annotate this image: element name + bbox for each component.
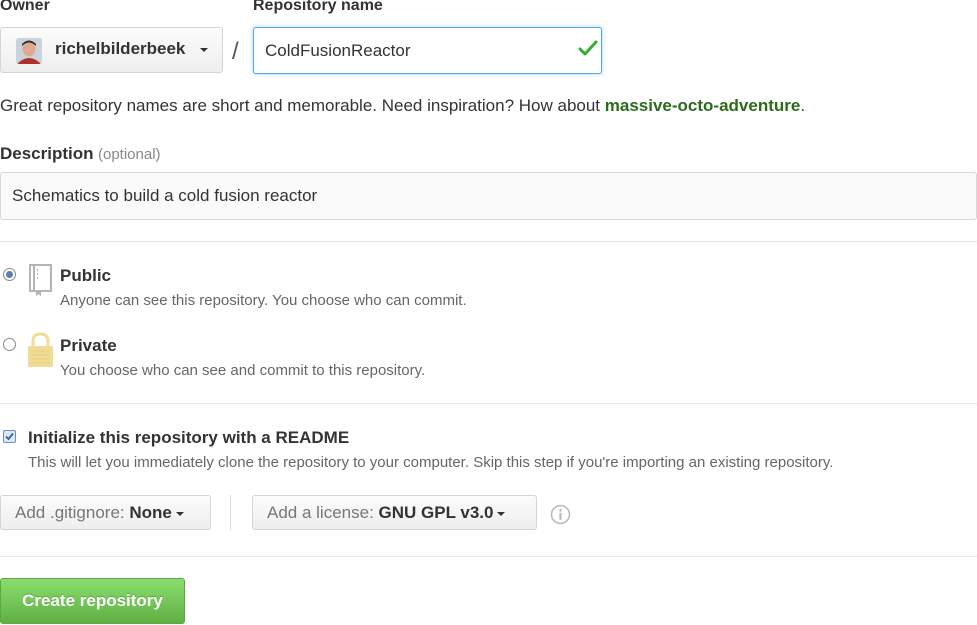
description-optional: (optional) <box>97 146 161 163</box>
private-radio[interactable] <box>3 338 16 351</box>
gitignore-prefix: Add .gitignore: <box>15 503 125 522</box>
repo-name-input[interactable] <box>253 27 602 74</box>
gitignore-select-button[interactable]: Add .gitignore: None <box>0 495 211 530</box>
divider <box>0 241 977 242</box>
private-desc: You choose who can see and commit to thi… <box>60 362 426 379</box>
divider <box>0 556 977 557</box>
lock-icon <box>28 332 53 367</box>
vertical-divider <box>230 495 231 530</box>
repo-name-hint: Great repository names are short and mem… <box>0 96 805 116</box>
chevron-down-icon <box>497 511 506 516</box>
owner-username: richelbilderbeek <box>55 39 186 58</box>
owner-label: Owner <box>0 0 50 14</box>
license-value: GNU GPL v3.0 <box>378 503 494 522</box>
readme-title: Initialize this repository with a README <box>28 428 350 447</box>
suggested-name-link[interactable]: massive-octo-adventure <box>605 96 801 115</box>
create-repository-button[interactable]: Create repository <box>0 578 185 624</box>
private-title: Private <box>60 336 117 355</box>
check-icon <box>578 40 598 56</box>
public-radio[interactable] <box>3 268 16 281</box>
info-icon[interactable] <box>550 504 571 525</box>
public-desc: Anyone can see this repository. You choo… <box>60 292 467 309</box>
readme-checkbox[interactable] <box>3 430 16 443</box>
chevron-down-icon <box>175 511 184 516</box>
gitignore-value: None <box>129 503 172 522</box>
repo-book-icon <box>29 264 52 296</box>
owner-repo-separator: / <box>232 38 239 65</box>
public-title: Public <box>60 266 112 285</box>
repo-name-label: Repository name <box>253 0 383 14</box>
hint-end: . <box>800 96 806 115</box>
divider <box>0 403 977 404</box>
owner-select-button[interactable]: richelbilderbeek <box>0 27 223 73</box>
chevron-down-icon <box>200 48 208 52</box>
hint-text: Great repository names are short and mem… <box>0 96 605 115</box>
description-label-row: Description (optional) <box>0 144 161 164</box>
description-input[interactable] <box>0 172 977 220</box>
readme-desc: This will let you immediately clone the … <box>28 454 834 471</box>
license-select-button[interactable]: Add a license: GNU GPL v3.0 <box>252 495 537 530</box>
avatar <box>16 38 42 64</box>
license-prefix: Add a license: <box>267 503 374 522</box>
description-label: Description <box>0 144 94 163</box>
